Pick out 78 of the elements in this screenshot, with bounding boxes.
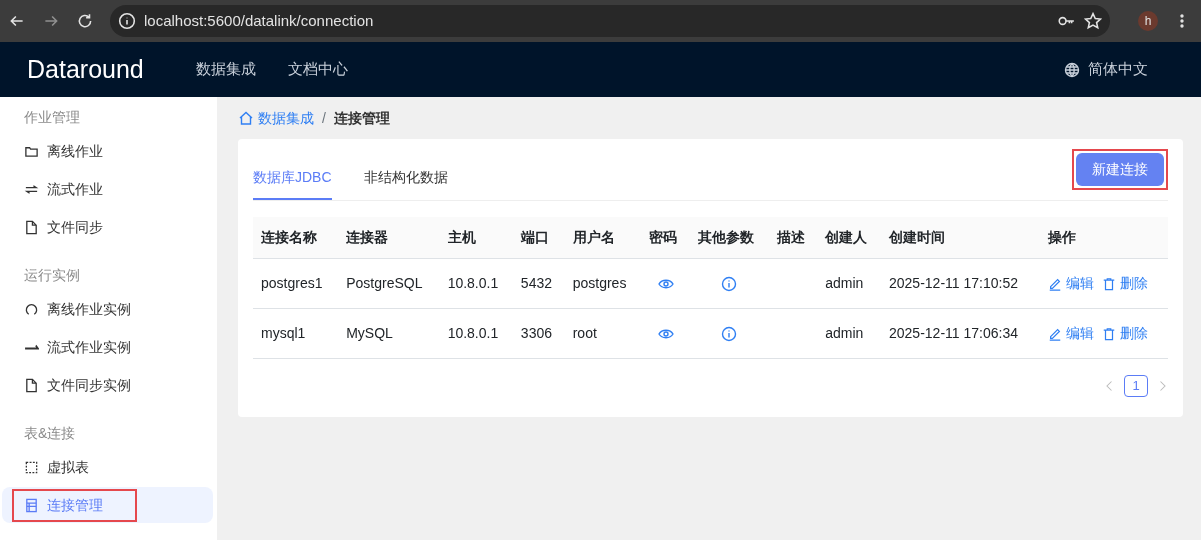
action-label: 删除: [1120, 274, 1149, 293]
table-cell: PostgreSQL: [338, 258, 440, 309]
sidebar-item[interactable]: 虚拟表: [2, 449, 213, 485]
breadcrumb-link[interactable]: 数据集成: [238, 107, 314, 129]
dashed-square-icon: [24, 459, 39, 475]
column-header: 操作: [1040, 217, 1168, 259]
sidebar-item[interactable]: 离线作业: [2, 133, 213, 169]
table-cell: root: [564, 308, 642, 359]
section-title: 作业管理: [23, 108, 81, 127]
table-cell: 2025-12-11 17:10:52: [881, 258, 1041, 309]
table-cell: MySQL: [338, 308, 440, 359]
home-icon: [238, 110, 254, 126]
table-cell: admin: [817, 258, 881, 309]
page-button[interactable]: 1: [1124, 375, 1148, 397]
section-title: 表&连接: [23, 424, 77, 443]
language-label: 简体中文: [1088, 59, 1148, 80]
pencil-icon: [1048, 326, 1063, 341]
action-label: 删除: [1120, 324, 1149, 343]
table-cell: admin: [817, 308, 881, 359]
column-header: 端口: [512, 217, 565, 259]
column-header: 用户名: [564, 217, 642, 259]
trash-icon: [1102, 276, 1117, 291]
nav-link[interactable]: 数据集成: [196, 58, 256, 81]
pencil-icon: [1048, 276, 1063, 291]
breadcrumb-current: 连接管理: [333, 108, 390, 128]
file-icon: [24, 377, 39, 393]
delete-link[interactable]: 删除: [1102, 323, 1149, 344]
menu-label: 连接管理: [47, 495, 103, 515]
language-menu[interactable]: 简体中文: [1064, 58, 1148, 81]
table-cell: 2025-12-11 17:06:34: [881, 308, 1041, 359]
tab[interactable]: 非结构化数据: [363, 157, 448, 200]
column-header: 描述: [768, 217, 818, 259]
tab[interactable]: 数据库JDBC: [253, 157, 332, 200]
table-cell: postgres1: [253, 258, 339, 309]
column-header: 密码: [641, 217, 690, 259]
nav-link[interactable]: 文档中心: [288, 58, 348, 81]
column-header: 创建时间: [881, 217, 1041, 259]
logo: Dataround: [26, 53, 145, 85]
file-icon: [24, 219, 39, 235]
table-cell: 10.8.0.1: [439, 308, 513, 359]
menu-label: 文件同步实例: [47, 375, 131, 395]
menu-label: 文件同步: [47, 217, 103, 237]
menu-label: 离线作业: [47, 141, 103, 161]
column-header: 连接名称: [253, 217, 339, 259]
menu-label: 流式作业实例: [47, 337, 131, 357]
table-cell: mysql1: [253, 308, 339, 359]
table-cell: postgres: [564, 258, 642, 309]
action-label: 编辑: [1066, 274, 1095, 293]
avatar[interactable]: h: [1138, 11, 1158, 31]
loop-icon: [24, 301, 39, 317]
sidebar-item[interactable]: 文件同步: [2, 209, 213, 245]
column-header: 创建人: [817, 217, 881, 259]
menu-label: 虚拟表: [47, 457, 89, 477]
table-cell: 5432: [512, 258, 565, 309]
section-title: 运行实例: [23, 266, 81, 285]
breadcrumb-separator: /: [322, 108, 326, 128]
edit-link[interactable]: 编辑: [1048, 273, 1095, 294]
menu-label: 流式作业: [47, 179, 103, 199]
table-icon: [24, 497, 39, 513]
table-cell: 3306: [512, 308, 565, 359]
sidebar-item[interactable]: 连接管理: [2, 487, 213, 523]
column-header: 其他参数: [689, 217, 769, 259]
trash-icon: [1102, 326, 1117, 341]
table-cell: 10.8.0.1: [439, 258, 513, 309]
menu-label: 离线作业实例: [47, 299, 131, 319]
sidebar-item[interactable]: 流式作业实例: [2, 329, 213, 365]
globe-icon: [1064, 61, 1080, 78]
star-icon[interactable]: [1084, 12, 1102, 30]
sidebar-item[interactable]: 离线作业实例: [2, 291, 213, 327]
sidebar-item[interactable]: 流式作业: [2, 171, 213, 207]
breadcrumb-label: 数据集成: [258, 108, 314, 128]
column-header: 连接器: [338, 217, 440, 259]
action-label: 编辑: [1066, 324, 1095, 343]
sidebar-item[interactable]: 文件同步实例: [2, 367, 213, 403]
edit-link[interactable]: 编辑: [1048, 323, 1095, 344]
delete-link[interactable]: 删除: [1102, 273, 1149, 294]
reload-icon[interactable]: [76, 12, 94, 30]
column-header: 主机: [439, 217, 513, 259]
